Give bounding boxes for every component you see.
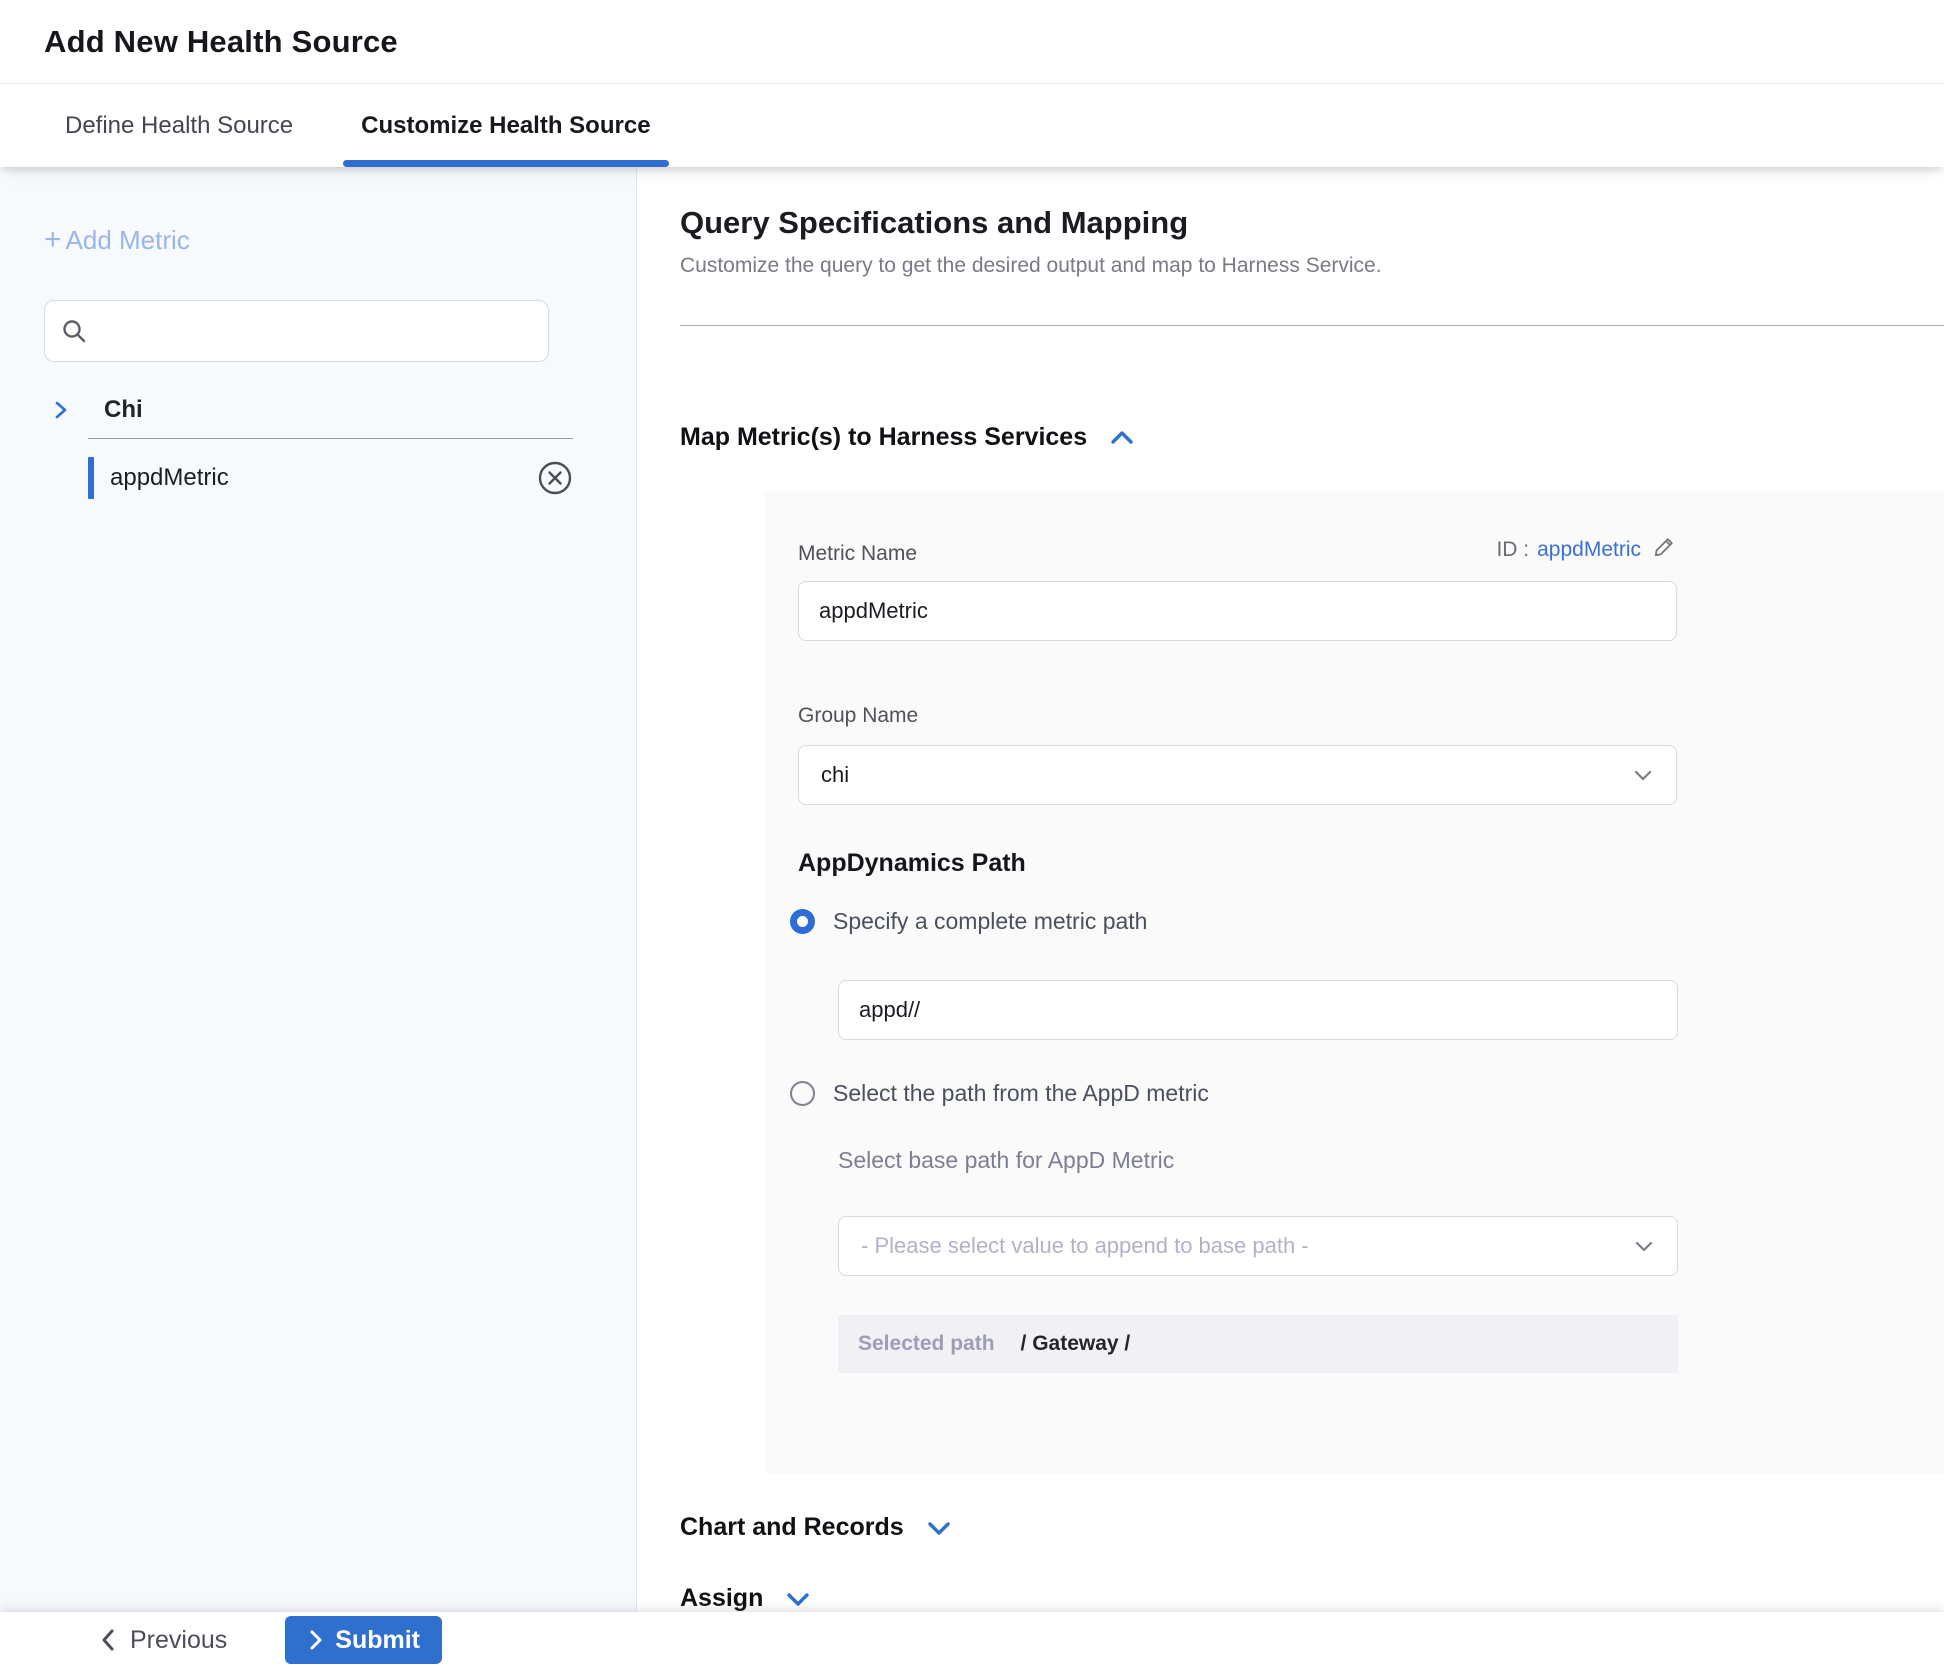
chevron-right-icon: [307, 1628, 325, 1652]
radio-select-path-from-appd[interactable]: Select the path from the AppD metric: [790, 1080, 1944, 1107]
content-divider: [680, 325, 1944, 326]
radio-label: Specify a complete metric path: [833, 908, 1147, 935]
metric-name-label: Metric Name: [798, 542, 917, 566]
complete-metric-path-input[interactable]: [838, 980, 1678, 1040]
tab-customize-health-source[interactable]: Customize Health Source: [343, 84, 668, 167]
id-prefix-label: ID :: [1496, 538, 1529, 562]
section-title: Query Specifications and Mapping: [680, 205, 1944, 241]
group-name-value: chi: [821, 762, 849, 788]
chevron-down-icon: [924, 1517, 954, 1539]
metric-search-input[interactable]: [99, 318, 532, 344]
add-metric-button[interactable]: + Add Metric: [44, 225, 190, 256]
chart-and-records-section-toggle[interactable]: Chart and Records: [680, 1513, 1944, 1542]
submit-button[interactable]: Submit: [285, 1616, 442, 1664]
selected-path-value: / Gateway /: [1021, 1332, 1131, 1356]
tab-label: Customize Health Source: [361, 112, 650, 140]
group-name-select[interactable]: chi: [798, 745, 1677, 805]
chevron-up-icon: [1107, 427, 1137, 449]
map-metrics-form: Metric Name ID : appdMetric: [765, 492, 1944, 1473]
map-metrics-section-title: Map Metric(s) to Harness Services: [680, 423, 1087, 452]
assign-title: Assign: [680, 1584, 763, 1612]
submit-label: Submit: [335, 1626, 420, 1655]
base-path-placeholder: - Please select value to append to base …: [861, 1233, 1309, 1259]
metric-id-value[interactable]: appdMetric: [1537, 538, 1641, 562]
radio-complete-metric-path[interactable]: Specify a complete metric path: [790, 908, 1944, 935]
active-tab-underline: [343, 160, 668, 167]
appdynamics-path-title: AppDynamics Path: [798, 849, 1944, 878]
page-title: Add New Health Source: [44, 24, 398, 60]
map-metrics-section-toggle[interactable]: Map Metric(s) to Harness Services: [680, 423, 1944, 452]
selected-path-label: Selected path: [858, 1332, 995, 1356]
metric-group-chi[interactable]: Chi: [44, 396, 574, 424]
base-path-label: Select base path for AppD Metric: [838, 1147, 1944, 1174]
radio-selected-icon[interactable]: [790, 909, 815, 934]
assign-section-toggle[interactable]: Assign: [680, 1584, 1944, 1612]
group-name-label: Group Name: [798, 704, 1944, 728]
dialog-header: Add New Health Source: [0, 0, 1944, 84]
plus-icon: +: [44, 225, 62, 255]
chevron-down-icon: [783, 1588, 813, 1610]
dialog-footer: Previous Submit: [0, 1612, 1944, 1668]
remove-metric-button[interactable]: [537, 460, 573, 496]
tree-divider: [88, 438, 573, 439]
selected-path-row: Selected path / Gateway /: [838, 1315, 1678, 1373]
tab-bar: Define Health Source Customize Health So…: [0, 84, 1944, 167]
metric-tree: Chi appdMetric: [44, 396, 574, 501]
metric-item-label: appdMetric: [110, 464, 537, 492]
radio-unselected-icon[interactable]: [790, 1081, 815, 1106]
dialog-body: + Add Metric Chi: [0, 167, 1944, 1612]
search-icon: [61, 318, 87, 344]
chevron-down-icon: [1633, 1239, 1655, 1253]
base-path-select[interactable]: - Please select value to append to base …: [838, 1216, 1678, 1276]
metrics-sidebar: + Add Metric Chi: [0, 167, 637, 1612]
remove-circle-icon: [537, 460, 573, 496]
tab-define-health-source[interactable]: Define Health Source: [65, 84, 293, 167]
previous-label: Previous: [130, 1626, 227, 1655]
metric-group-label: Chi: [104, 396, 143, 424]
previous-button[interactable]: Previous: [98, 1626, 227, 1655]
main-panel: Query Specifications and Mapping Customi…: [637, 167, 1944, 1612]
tab-label: Define Health Source: [65, 112, 293, 140]
selected-indicator: [88, 457, 94, 499]
metric-search-box[interactable]: [44, 300, 549, 362]
chevron-down-icon: [1632, 768, 1654, 782]
metric-id-row: ID : appdMetric: [1496, 534, 1677, 566]
radio-label: Select the path from the AppD metric: [833, 1080, 1209, 1107]
add-health-source-dialog: Add New Health Source Define Health Sour…: [0, 0, 1944, 1668]
chart-and-records-title: Chart and Records: [680, 1513, 904, 1542]
add-metric-label: Add Metric: [66, 225, 190, 256]
chevron-left-icon: [98, 1627, 118, 1653]
section-subtitle: Customize the query to get the desired o…: [680, 254, 1944, 278]
chevron-right-icon: [50, 399, 72, 421]
edit-pencil-icon[interactable]: [1651, 534, 1677, 566]
metric-name-input[interactable]: [798, 581, 1677, 641]
metric-item-appdmetric[interactable]: appdMetric: [88, 455, 573, 501]
